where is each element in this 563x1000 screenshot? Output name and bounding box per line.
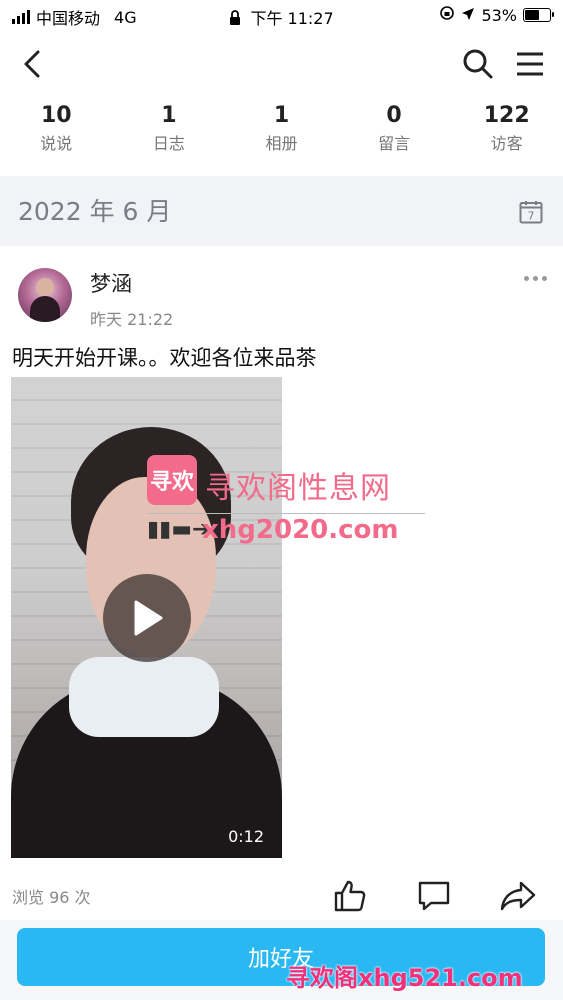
stat-value: 10 [40,103,72,128]
stat-value: 0 [386,103,402,128]
post-text: 明天开始开课。。欢迎各位来品茶 [12,346,317,370]
thumbs-up-icon [334,880,366,912]
stat-value: 122 [483,103,530,128]
search-icon [463,49,493,79]
nav-bar [0,34,563,94]
stat-label: 留言 [378,134,411,153]
watermark: 寻欢 寻欢阁性息网 ▮▮▬➔ xhg2020.com [147,455,427,555]
avatar[interactable] [18,268,72,322]
menu-button[interactable] [512,46,548,82]
author-name[interactable]: 梦涵 [90,268,132,298]
location-icon [461,6,475,25]
calendar-icon: 7 [519,201,543,224]
month-label: 2022 年 6 月 [18,197,172,226]
profile-stats: 10 说说 1 日志 1 相册 0 留言 122 访客 [0,100,563,170]
back-button[interactable] [14,46,50,82]
comment-icon [418,881,450,911]
stat-value: 1 [161,103,177,128]
stat-value: 1 [273,103,290,128]
play-button[interactable] [103,574,191,662]
footer-watermark: 寻欢阁xhg521.com [286,964,523,992]
stat-album[interactable]: 1 相册 [225,100,338,170]
watermark-title: 寻欢阁性息网 [205,471,391,506]
status-bar: 中国移动 4G 下午 11:27 53% [0,0,563,30]
post-header: 梦涵 昨天 21:22 [0,262,563,332]
calendar-day: 7 [528,210,535,223]
bottom-bar: 加好友 寻欢阁xhg521.com [0,920,563,1000]
stat-label: 相册 [265,134,298,153]
video-thumbnail[interactable]: 0:12 [11,377,282,858]
share-icon [500,881,536,911]
watermark-logo: 寻欢 [147,455,197,505]
post-time: 昨天 21:22 [90,310,174,329]
play-icon [134,600,163,636]
calendar-button[interactable]: 7 [519,200,543,224]
clock: 下午 11:27 [250,9,334,28]
watermark-url: xhg2020.com [202,515,399,545]
chevron-left-icon [24,50,40,78]
share-button[interactable] [498,876,538,916]
battery-percent: 53% [481,5,517,25]
menu-icon [517,52,543,76]
stat-shuoshuo[interactable]: 10 说说 [0,100,113,170]
stat-label: 访客 [490,134,523,153]
stat-blog[interactable]: 1 日志 [113,100,226,170]
more-options-icon[interactable] [524,276,547,281]
stat-message[interactable]: 0 留言 [338,100,451,170]
stat-label: 说说 [40,134,73,153]
rotation-lock-icon [439,5,455,25]
like-button[interactable] [330,876,370,916]
watermark-arrow: ▮▮▬➔ [147,517,211,542]
battery-icon [523,8,554,22]
stat-label: 日志 [152,134,185,153]
comment-button[interactable] [414,876,454,916]
month-header: 2022 年 6 月 7 [0,176,563,246]
search-button[interactable] [460,46,496,82]
video-duration: 0:12 [228,827,264,846]
stat-visitors[interactable]: 122 访客 [450,100,563,170]
view-count: 浏览 96 次 [12,888,91,907]
lock-icon [229,9,241,30]
